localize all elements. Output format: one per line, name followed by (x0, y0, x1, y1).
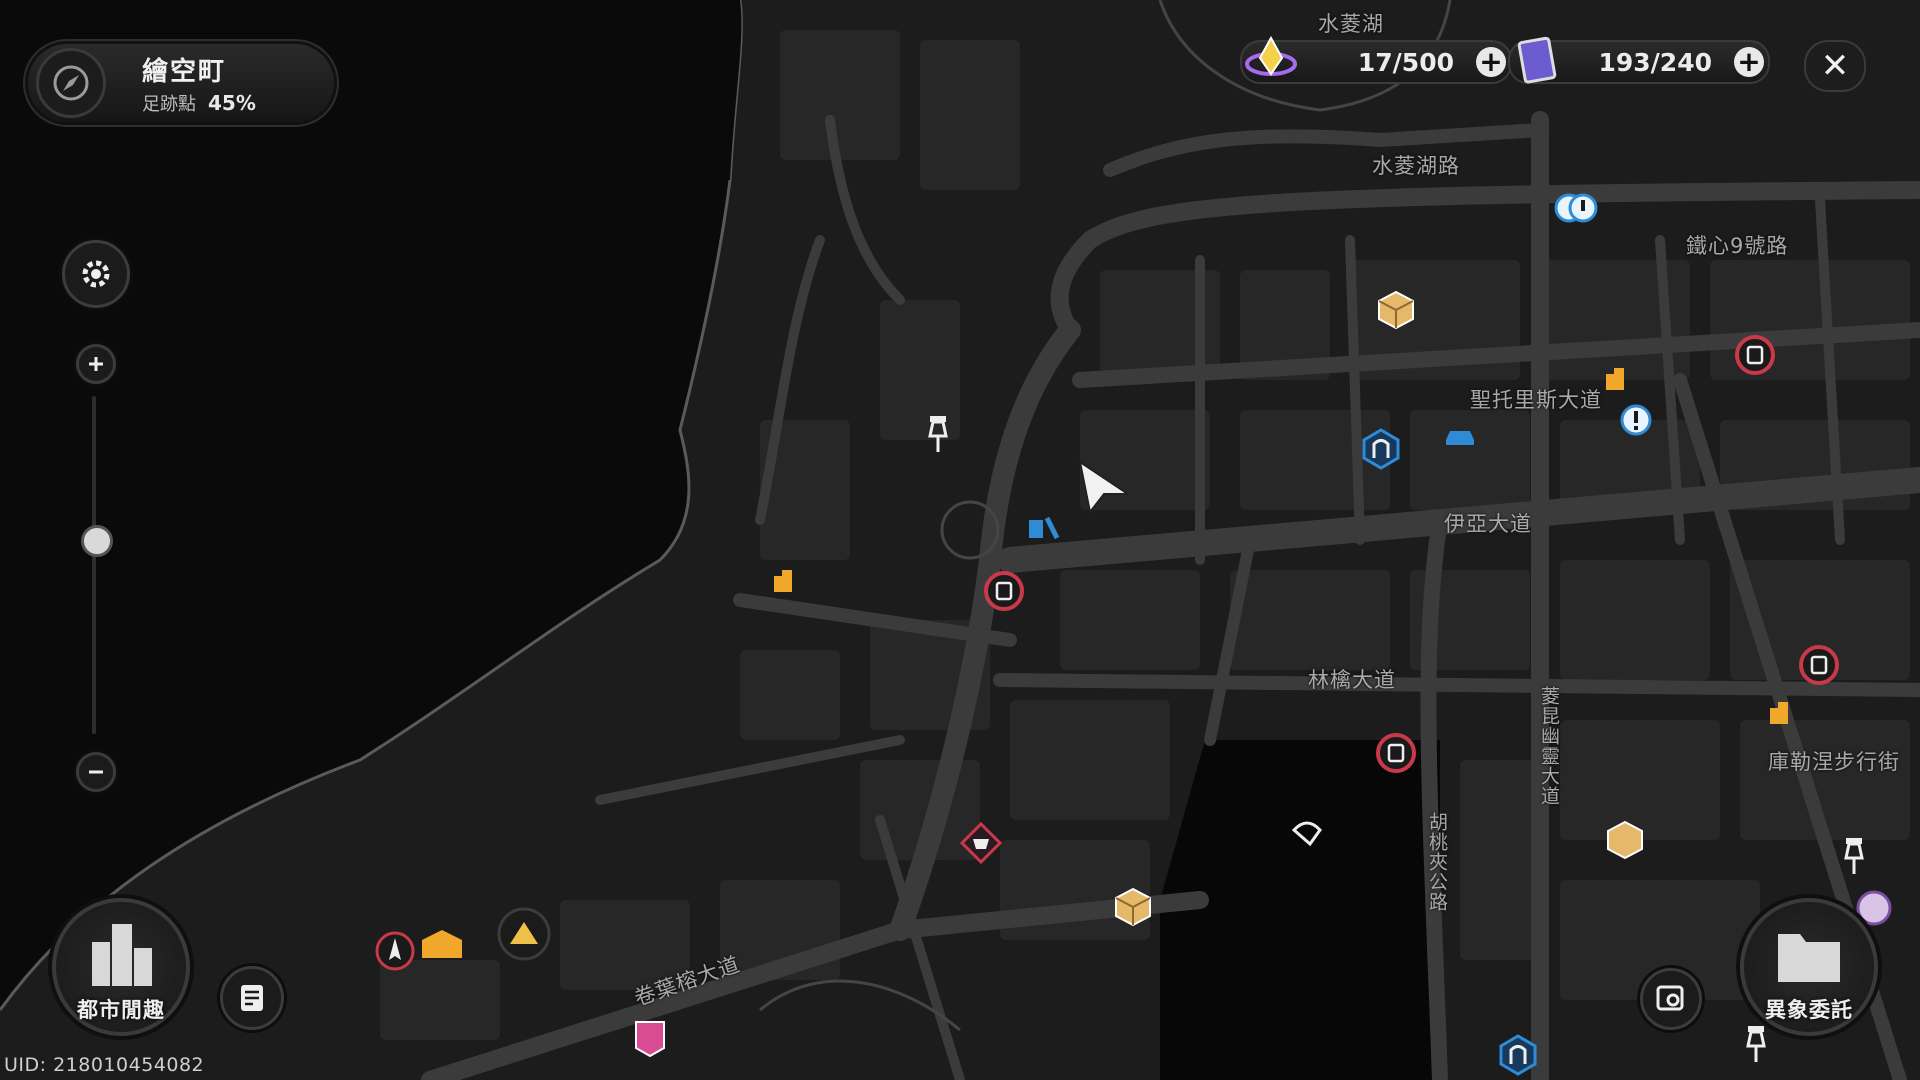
add-energy-button[interactable]: + (1476, 47, 1506, 77)
notebook-icon (241, 985, 263, 1011)
anomaly-commission-label: 異象委託 (1765, 998, 1853, 1022)
city-fun-label: 都市閒趣 (77, 998, 165, 1022)
package-marker-icon[interactable] (1113, 887, 1153, 927)
map-label-kuler-street: 庫勒涅步行街 (1768, 750, 1900, 774)
pin-marker-icon[interactable] (1840, 836, 1868, 876)
map-label-st-tories-avenue: 聖托里斯大道 (1470, 388, 1602, 412)
shop-marker-icon[interactable] (1375, 732, 1417, 774)
park-area (1160, 740, 1440, 1080)
quest-group-marker-icon[interactable] (1553, 192, 1599, 224)
vendor-marker-icon[interactable] (960, 822, 1002, 864)
player-cursor-icon (1078, 460, 1132, 515)
zoom-slider-handle[interactable] (81, 524, 113, 557)
location-title: 繪空町 (142, 56, 227, 87)
add-card-button[interactable]: + (1734, 47, 1764, 77)
map-label-lake-road: 水菱湖路 (1372, 154, 1460, 178)
card-pack-icon (1517, 36, 1557, 84)
shop-marker-icon[interactable] (1798, 644, 1840, 686)
uid-label: UID: 218010454082 (4, 1054, 205, 1076)
map-label-hutao-highway: 胡桃夾公路 (1426, 812, 1448, 912)
city-map[interactable] (0, 0, 1920, 1080)
arcade-marker-icon[interactable] (630, 1018, 670, 1058)
pin-marker-icon[interactable] (1742, 1024, 1770, 1064)
folder-icon (1778, 934, 1840, 982)
delivery-marker-icon[interactable] (1605, 820, 1645, 860)
energy-value: 17/500 (1357, 47, 1454, 77)
shop-marker-icon[interactable] (983, 570, 1025, 612)
minus-icon (89, 770, 103, 774)
close-button[interactable]: ✕ (1804, 40, 1866, 92)
gear-icon (82, 260, 110, 288)
quest-marker-icon[interactable] (1620, 404, 1652, 436)
store-marker-icon[interactable] (420, 928, 464, 960)
subway-marker-icon[interactable] (1497, 1034, 1539, 1076)
building-marker-icon[interactable] (1602, 366, 1628, 392)
energy-crystal-icon (1245, 35, 1297, 76)
map-label-iya-avenue: 伊亞大道 (1444, 512, 1532, 536)
car-marker-icon[interactable] (1443, 424, 1477, 448)
camp-marker-icon[interactable] (496, 906, 552, 962)
pin-marker-icon[interactable] (924, 414, 952, 454)
compass-icon (36, 48, 106, 118)
city-fun-button[interactable]: 都市閒趣 (52, 898, 190, 1036)
energy-currency: 17/500 + (1240, 35, 1512, 84)
map-label-lingkun-avenue: 菱昆幽靈大道 (1538, 686, 1560, 806)
plus-icon (89, 357, 103, 371)
shop-marker-icon[interactable] (1734, 334, 1776, 376)
package-marker-icon[interactable] (1376, 290, 1416, 330)
footprint-label: 足跡點 (142, 93, 196, 115)
building-marker-icon[interactable] (1766, 700, 1792, 726)
journal-button[interactable] (220, 966, 284, 1030)
settings-button[interactable] (62, 240, 130, 308)
rocket-marker-icon[interactable] (374, 930, 416, 972)
zoom-out-button[interactable] (76, 752, 116, 792)
subway-marker-icon[interactable] (1360, 428, 1402, 470)
card-value: 193/240 (1598, 47, 1712, 77)
building-marker-icon[interactable] (770, 568, 796, 594)
map-search-button[interactable] (1640, 968, 1702, 1030)
city-icon (92, 924, 152, 986)
zoom-slider-track[interactable] (92, 396, 96, 734)
npc-marker-icon[interactable] (1290, 816, 1324, 846)
card-currency: 193/240 + (1508, 36, 1770, 84)
map-label-linqin-avenue: 林檎大道 (1308, 668, 1396, 692)
location-panel[interactable]: 繪空町 足跡點 45% (28, 44, 334, 122)
repair-marker-icon[interactable] (1027, 514, 1061, 542)
anomaly-commission-button[interactable]: 異象委託 (1740, 898, 1878, 1036)
map-label-lake: 水菱湖 (1318, 12, 1384, 36)
footprint-progress: 45% (208, 90, 256, 115)
zoom-in-button[interactable] (76, 344, 116, 384)
map-label-iron-heart-road: 鐵心9號路 (1686, 234, 1789, 258)
magnifier-icon (1656, 985, 1684, 1011)
